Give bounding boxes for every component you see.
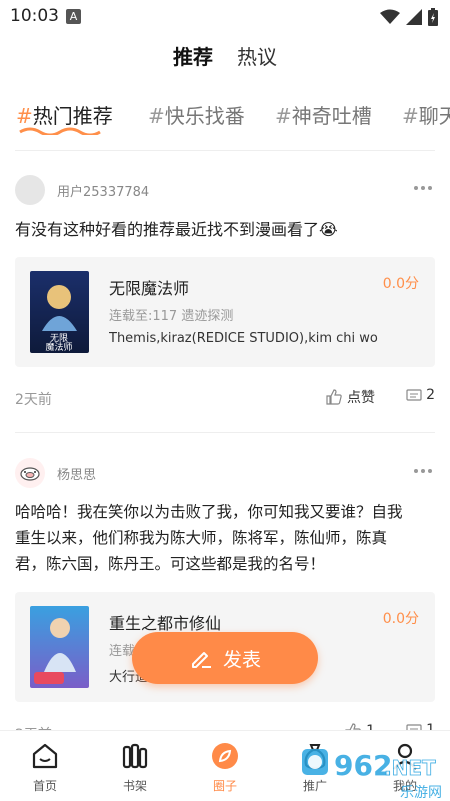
nav-bookshelf[interactable]: 书架 (90, 731, 180, 801)
topic-hash: # (275, 104, 292, 128)
topic-hash: # (402, 104, 419, 128)
topic-hash: # (16, 104, 33, 128)
svg-text:魔法师: 魔法师 (45, 341, 72, 353)
tab-hot-discussion[interactable]: 热议 (237, 40, 277, 74)
post-time: 2天前 (15, 392, 52, 408)
post-header: 杨思思 (15, 457, 96, 489)
comic-cover[interactable]: 无限 魔法师 (30, 271, 89, 353)
topic-hash: # (148, 104, 165, 128)
topic-label: 聊天 (418, 104, 450, 128)
wifi-icon (380, 9, 400, 24)
circle-icon (212, 743, 238, 769)
more-options-icon[interactable] (414, 465, 434, 477)
like-label: 点赞 (347, 390, 375, 406)
pig-avatar-icon (20, 467, 40, 481)
comic-authors: Themis,kiraz(REDICE STUDIO),kim chi wo..… (109, 331, 379, 346)
topic-chat[interactable]: #聊天 (402, 100, 450, 129)
post-text-line: 重生以来，他们称我为陈大师，陈将军，陈仙师，陈真 (15, 529, 388, 547)
watermark-sub: 乐游网 (400, 785, 442, 801)
user-name[interactable]: 用户25337784 (57, 181, 149, 200)
home-icon (32, 743, 58, 769)
comic-score: 0.0分 (382, 276, 419, 292)
circle-page: 10:03 A 推荐 热议 #热门推荐 #快乐找番 #神奇吐槽 #聊天 用户25… (0, 0, 450, 801)
pencil-icon (191, 652, 211, 668)
comment-count: 2 (426, 387, 435, 403)
tab-recommend[interactable]: 推荐 (171, 40, 215, 74)
publish-button[interactable]: 发表 (132, 632, 318, 684)
comic-title: 重生之都市修仙 (109, 614, 222, 633)
more-options-icon[interactable] (414, 182, 434, 194)
post-card[interactable]: 杨思思 哈哈哈！我在笑你以为击败了我，你可知我又要谁？自我 重生以来，他们称我为… (0, 457, 450, 747)
comic-title: 无限魔法师 (109, 279, 190, 298)
topic-label: 快乐找番 (164, 104, 245, 128)
topic-funny-rant[interactable]: #神奇吐槽 (275, 100, 372, 129)
top-tabs: 推荐 热议 (0, 40, 450, 80)
status-bar: 10:03 A (0, 0, 450, 34)
post-text: 哈哈哈！我在笑你以为击败了我，你可知我又要谁？自我 重生以来，他们称我为陈大师，… (15, 499, 435, 577)
comic-card[interactable]: 无限 魔法师 无限魔法师 0.0分 连载至:117 遗迹探测 Themis,ki… (15, 257, 435, 367)
like-button[interactable]: 点赞 (325, 387, 375, 407)
comic-score: 0.0分 (382, 611, 419, 627)
status-icons (380, 8, 438, 26)
avatar[interactable] (15, 458, 45, 488)
nav-label: 首页 (32, 779, 57, 793)
signal-icon (406, 9, 422, 25)
notification-icon: A (66, 9, 81, 24)
divider (15, 432, 435, 433)
topic-hot-recommend[interactable]: #热门推荐 (16, 100, 113, 129)
nav-circle[interactable]: 圈子 (180, 731, 270, 801)
nav-label: 书架 (122, 779, 147, 793)
divider (15, 150, 435, 151)
post-footer: 2天前 点赞 2 (15, 387, 435, 411)
active-topic-underline (19, 127, 101, 135)
comment-button[interactable]: 2 (406, 387, 435, 403)
post-text-line: 君，陈六国，陈丹王。可这些都是我的名号！ (15, 555, 326, 573)
topic-find-anime[interactable]: #快乐找番 (148, 100, 245, 129)
comic-update: 连载至:117 遗迹探测 (109, 309, 234, 324)
user-name[interactable]: 杨思思 (57, 464, 96, 483)
topic-label: 热门推荐 (32, 104, 113, 128)
watermark-logo: 962 .NET 乐游网 (302, 749, 442, 801)
comic-cover[interactable] (30, 606, 89, 688)
topic-label: 神奇吐槽 (291, 104, 372, 128)
post-text-line: 哈哈哈！我在笑你以为击败了我，你可知我又要谁？自我 (15, 503, 403, 521)
thumbs-up-icon (326, 389, 342, 405)
post-card[interactable]: 用户25337784 有没有这种好看的推荐最近找不到漫画看了😭 无限 魔法师 无… (0, 174, 450, 414)
status-time: 10:03 (10, 6, 59, 26)
battery-icon (428, 8, 438, 26)
avatar[interactable] (15, 175, 45, 205)
bookshelf-icon (122, 743, 148, 769)
nav-home[interactable]: 首页 (0, 731, 90, 801)
publish-label: 发表 (222, 648, 261, 671)
comment-icon (406, 389, 422, 401)
post-header: 用户25337784 (15, 174, 149, 206)
nav-label: 圈子 (212, 779, 237, 793)
watermark-suffix: .NET (384, 756, 436, 780)
post-text: 有没有这种好看的推荐最近找不到漫画看了😭 (15, 220, 338, 239)
